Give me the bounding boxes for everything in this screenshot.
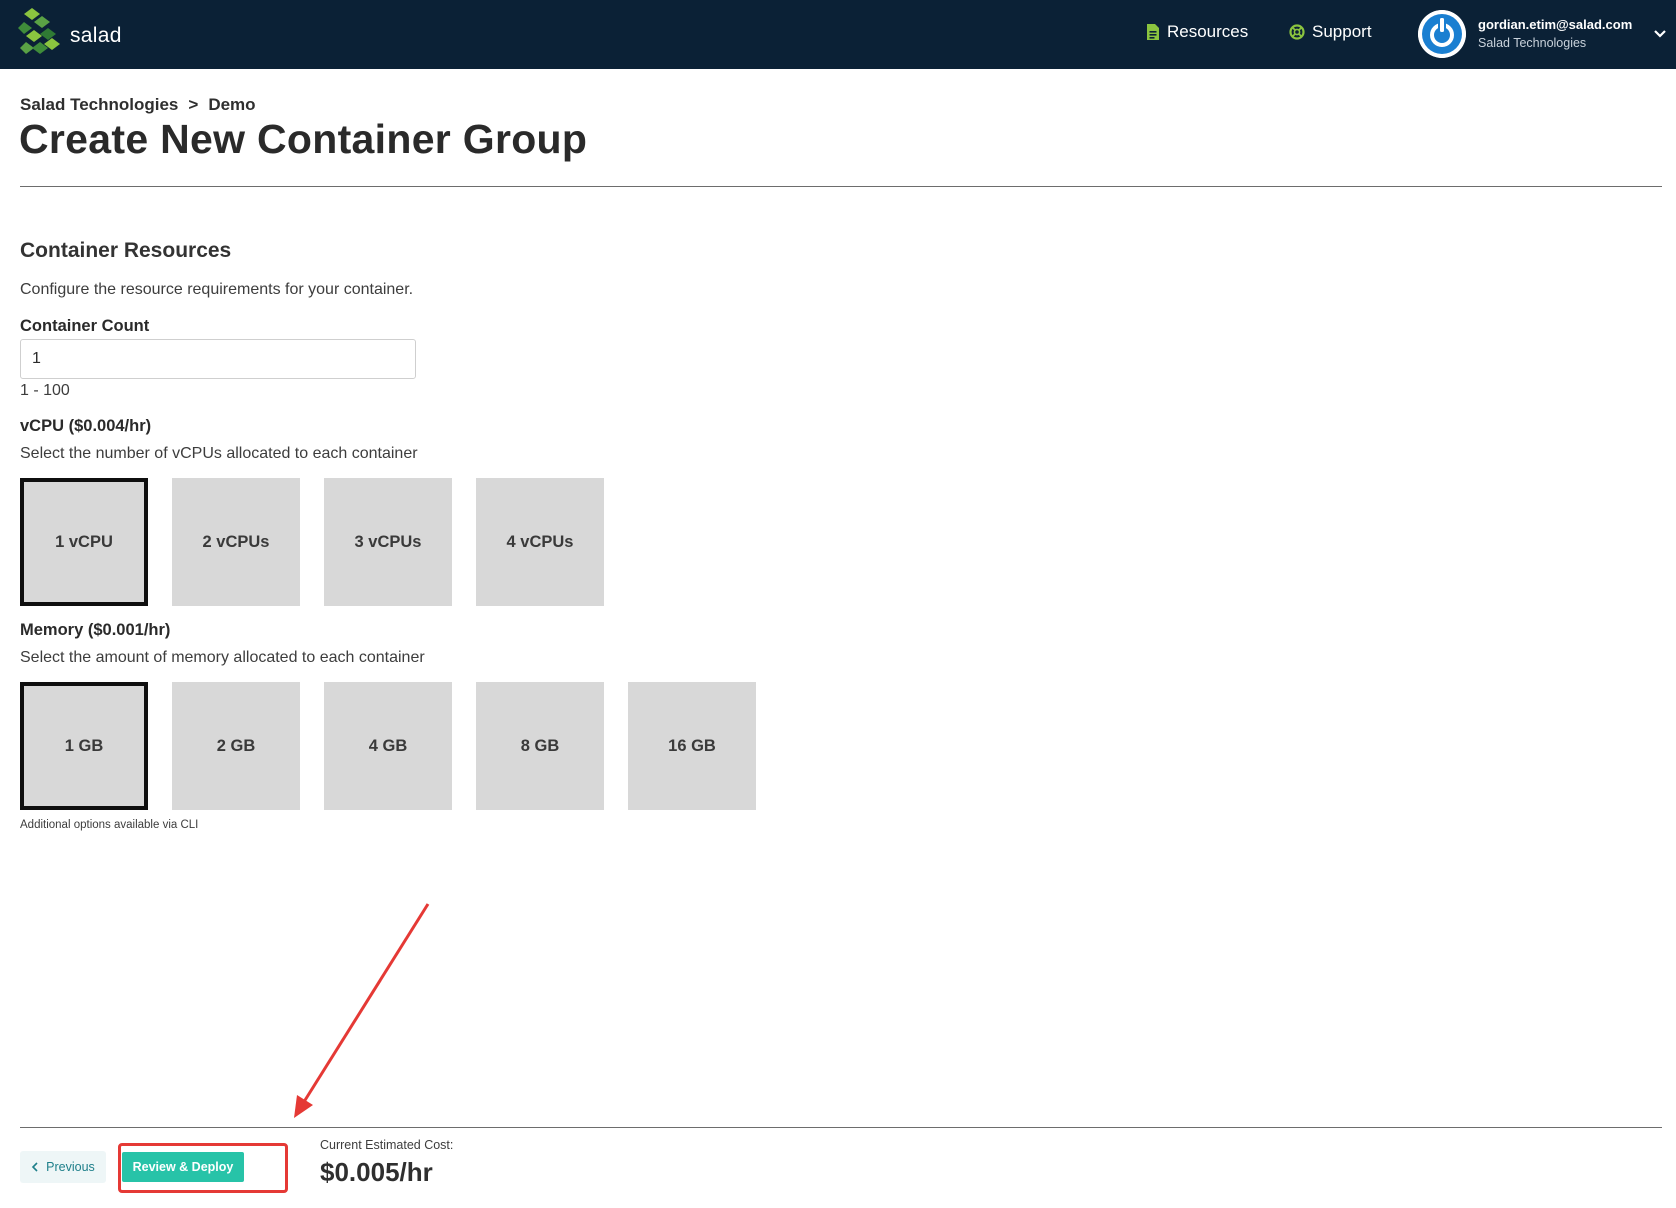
vcpu-label: vCPU ($0.004/hr) bbox=[20, 417, 152, 435]
chevron-down-icon[interactable] bbox=[1652, 26, 1668, 42]
chevron-left-icon bbox=[32, 1162, 38, 1172]
nav-support[interactable]: Support bbox=[1289, 22, 1372, 42]
memory-option-8gb[interactable]: 8 GB bbox=[476, 682, 604, 810]
document-icon bbox=[1147, 24, 1159, 40]
header-divider bbox=[20, 186, 1662, 187]
user-email: gordian.etim@salad.com bbox=[1478, 17, 1633, 32]
vcpu-option-4[interactable]: 4 vCPUs bbox=[476, 478, 604, 606]
vcpu-option-2[interactable]: 2 vCPUs bbox=[172, 478, 300, 606]
breadcrumb-separator: > bbox=[188, 95, 199, 114]
breadcrumb: Salad Technologies > Demo bbox=[20, 95, 256, 115]
user-avatar[interactable] bbox=[1418, 10, 1466, 58]
top-navigation-bar: salad Resources Support gordian.etim@sal… bbox=[0, 0, 1676, 69]
container-count-input[interactable] bbox=[20, 339, 416, 379]
breadcrumb-organization[interactable]: Salad Technologies bbox=[20, 95, 178, 115]
vcpu-option-3[interactable]: 3 vCPUs bbox=[324, 478, 452, 606]
nav-resources[interactable]: Resources bbox=[1146, 22, 1248, 42]
memory-cli-note: Additional options available via CLI bbox=[20, 819, 199, 831]
section-title: Container Resources bbox=[20, 239, 232, 262]
previous-button-label: Previous bbox=[46, 1160, 95, 1174]
memory-description: Select the amount of memory allocated to… bbox=[20, 649, 425, 666]
salad-logo-icon[interactable] bbox=[18, 8, 66, 58]
memory-option-1gb[interactable]: 1 GB bbox=[20, 682, 148, 810]
memory-option-16gb[interactable]: 16 GB bbox=[628, 682, 756, 810]
nav-support-label: Support bbox=[1312, 22, 1372, 41]
memory-option-4gb[interactable]: 4 GB bbox=[324, 682, 452, 810]
vcpu-description: Select the number of vCPUs allocated to … bbox=[20, 445, 418, 462]
section-description: Configure the resource requirements for … bbox=[20, 281, 414, 298]
previous-button[interactable]: Previous bbox=[20, 1151, 106, 1183]
estimated-cost-value: $0.005/hr bbox=[320, 1157, 433, 1187]
memory-option-2gb[interactable]: 2 GB bbox=[172, 682, 300, 810]
nav-resources-label: Resources bbox=[1167, 22, 1249, 41]
footer-divider bbox=[20, 1127, 1662, 1128]
review-deploy-button[interactable]: Review & Deploy bbox=[122, 1152, 244, 1182]
logo-text[interactable]: salad bbox=[70, 24, 122, 48]
container-count-hint: 1 - 100 bbox=[20, 382, 70, 399]
memory-label: Memory ($0.001/hr) bbox=[20, 621, 171, 639]
container-count-label: Container Count bbox=[20, 317, 150, 335]
vcpu-option-1[interactable]: 1 vCPU bbox=[20, 478, 148, 606]
memory-options: 1 GB 2 GB 4 GB 8 GB 16 GB bbox=[20, 682, 756, 810]
user-organization: Salad Technologies bbox=[1478, 36, 1587, 50]
page-title: Create New Container Group bbox=[19, 116, 588, 162]
breadcrumb-project[interactable]: Demo bbox=[208, 95, 255, 115]
estimated-cost-label: Current Estimated Cost: bbox=[320, 1138, 454, 1152]
lifebuoy-icon bbox=[1289, 24, 1305, 40]
vcpu-options: 1 vCPU 2 vCPUs 3 vCPUs 4 vCPUs bbox=[20, 478, 604, 606]
